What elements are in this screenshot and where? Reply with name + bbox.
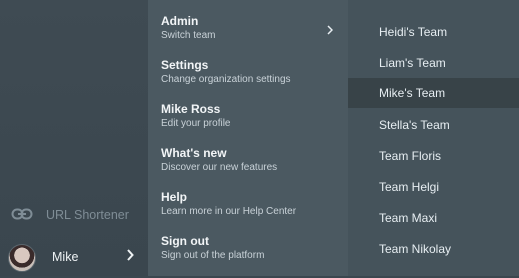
- team-item-helgi[interactable]: Team Helgi: [348, 172, 519, 202]
- team-name: Team Maxi: [379, 211, 438, 225]
- team-name: Liam's Team: [379, 56, 446, 70]
- menu-item-title: Help: [161, 190, 188, 204]
- team-switcher-menu: Heidi's Team Liam's Team Mike's Team Ste…: [348, 0, 519, 276]
- menu-item-admin[interactable]: Admin Switch team: [148, 14, 348, 58]
- avatar: [8, 244, 36, 272]
- menu-item-subtitle: Discover our new features: [161, 162, 278, 173]
- url-shortener-item[interactable]: URL Shortener: [0, 200, 148, 230]
- user-menu-toggle[interactable]: Mike: [0, 238, 148, 276]
- user-name: Mike: [52, 250, 79, 264]
- team-name: Mike's Team: [379, 86, 446, 100]
- url-shortener-label: URL Shortener: [46, 208, 129, 222]
- team-item-liam[interactable]: Liam's Team: [348, 48, 519, 78]
- team-item-mike[interactable]: Mike's Team: [348, 78, 519, 108]
- menu-item-title: What's new: [161, 146, 227, 160]
- menu-item-profile[interactable]: Mike Ross Edit your profile: [148, 102, 348, 146]
- team-name: Team Helgi: [379, 180, 440, 194]
- menu-item-subtitle: Sign out of the platform: [161, 250, 265, 261]
- menu-item-subtitle: Learn more in our Help Center: [161, 206, 297, 217]
- menu-item-help[interactable]: Help Learn more in our Help Center: [148, 190, 348, 234]
- menu-item-subtitle: Switch team: [161, 30, 216, 41]
- team-name: Team Floris: [379, 149, 442, 163]
- team-item-heidi[interactable]: Heidi's Team: [348, 17, 519, 47]
- menu-item-subtitle: Edit your profile: [161, 118, 231, 129]
- team-item-floris[interactable]: Team Floris: [348, 141, 519, 171]
- left-sidebar: URL Shortener Mike: [0, 0, 148, 276]
- menu-item-title: Settings: [161, 58, 209, 72]
- menu-item-title: Sign out: [161, 234, 209, 248]
- menu-item-title: Mike Ross: [161, 102, 221, 116]
- menu-item-sign-out[interactable]: Sign out Sign out of the platform: [148, 234, 348, 278]
- account-menu: Admin Switch team Settings Change organi…: [148, 0, 348, 276]
- menu-item-settings[interactable]: Settings Change organization settings: [148, 58, 348, 102]
- team-name: Heidi's Team: [379, 25, 448, 39]
- chevron-right-icon: [127, 249, 134, 261]
- team-item-nikolay[interactable]: Team Nikolay: [348, 234, 519, 264]
- team-name: Team Nikolay: [379, 242, 452, 256]
- menu-item-subtitle: Change organization settings: [161, 74, 291, 85]
- chevron-right-icon: [327, 25, 333, 35]
- link-icon: [11, 208, 33, 220]
- team-item-stella[interactable]: Stella's Team: [348, 110, 519, 140]
- menu-item-title: Admin: [161, 14, 199, 28]
- menu-item-whats-new[interactable]: What's new Discover our new features: [148, 146, 348, 190]
- team-item-maxi[interactable]: Team Maxi: [348, 203, 519, 233]
- team-name: Stella's Team: [379, 118, 450, 132]
